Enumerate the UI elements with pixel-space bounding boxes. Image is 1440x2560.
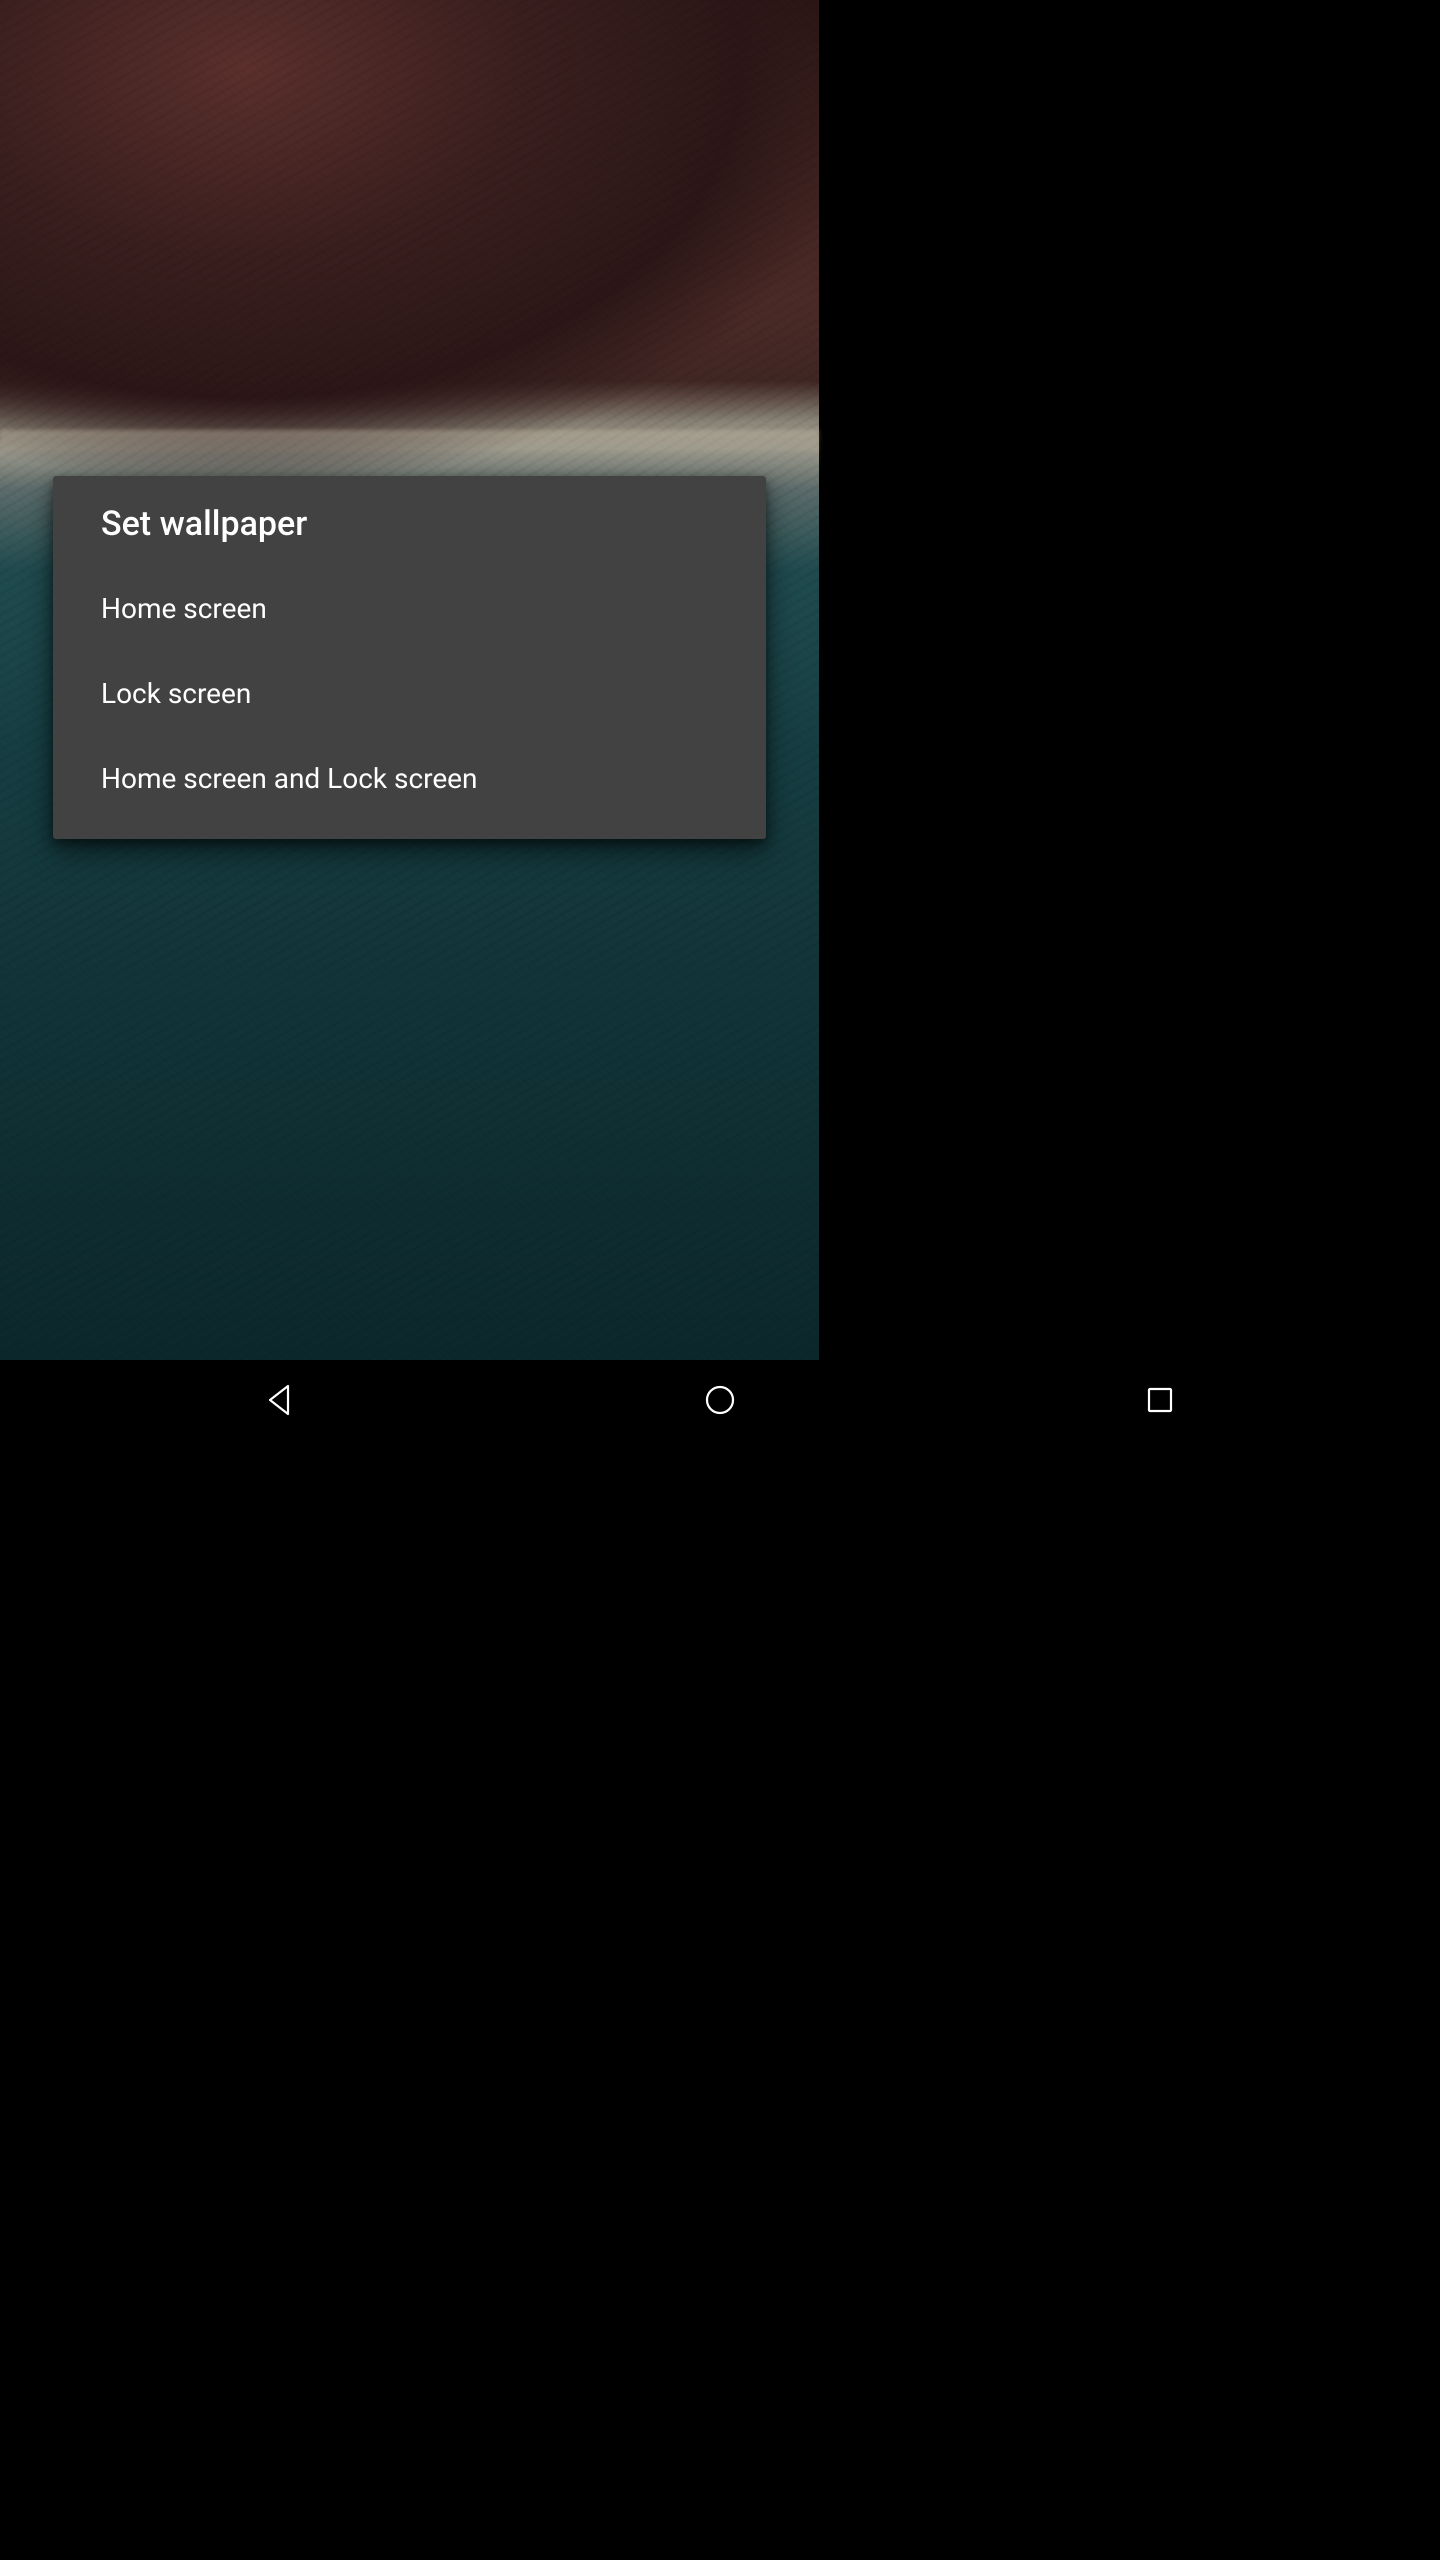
recents-icon: [1142, 1382, 1178, 1418]
recents-button[interactable]: [1080, 1360, 1240, 1440]
home-button[interactable]: [640, 1360, 800, 1440]
android-navigation-bar: [0, 1360, 1440, 1440]
back-button[interactable]: [200, 1360, 360, 1440]
dialog-options: Home screen Lock screen Home screen and …: [53, 566, 766, 839]
home-icon: [702, 1382, 738, 1418]
option-home-screen[interactable]: Home screen: [53, 566, 766, 651]
option-home-and-lock-screen[interactable]: Home screen and Lock screen: [53, 736, 766, 821]
option-lock-screen[interactable]: Lock screen: [53, 651, 766, 736]
back-icon: [262, 1382, 298, 1418]
set-wallpaper-dialog: Set wallpaper Home screen Lock screen Ho…: [53, 476, 766, 839]
dialog-title: Set wallpaper: [53, 476, 766, 566]
